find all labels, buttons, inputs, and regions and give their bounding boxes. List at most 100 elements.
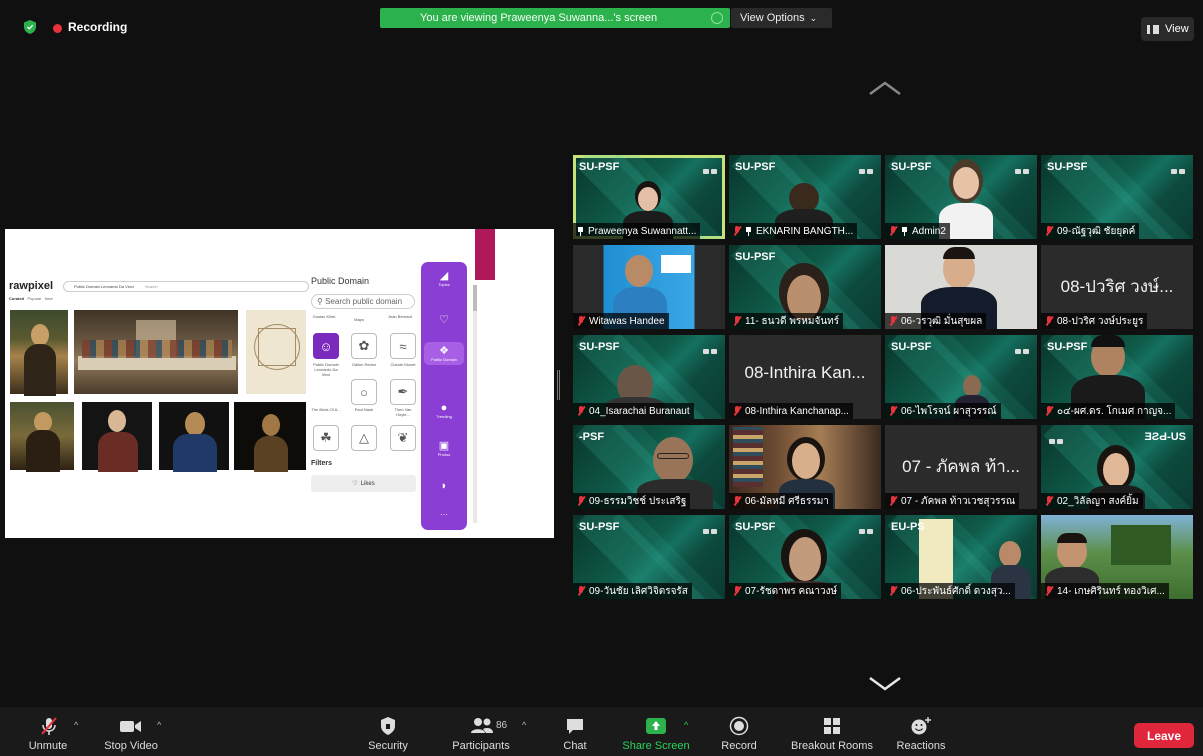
record-label: Record — [721, 740, 757, 752]
artwork-last-supper[interactable] — [73, 309, 239, 395]
rawpixel-tabs: Curated Popular New — [9, 296, 53, 301]
encryption-shield-icon[interactable] — [24, 20, 36, 34]
meeting-controls-toolbar: Unmute ^ Stop Video ^ Security 86 Partic… — [0, 707, 1203, 756]
participant-name-text: 06-มัลหมี ศรีธรรมา — [745, 495, 829, 507]
nav-trending[interactable]: ● Trending — [421, 402, 467, 419]
participant-tile[interactable]: SU-PSF 09-วันชัย เลิศวิจิตรจรัส — [573, 515, 725, 599]
video-options-caret-icon[interactable]: ^ — [157, 720, 161, 730]
audio-options-caret-icon[interactable]: ^ — [74, 720, 78, 730]
panel-item-cell[interactable]: ○ — [351, 379, 377, 405]
participant-tile[interactable]: ƎƧԀ-US 02_วิลัลญา สงค์ยิ้ม — [1041, 425, 1193, 509]
mic-muted-icon — [889, 226, 897, 236]
stop-video-button[interactable]: Stop Video — [98, 707, 164, 756]
breakout-rooms-button[interactable]: Breakout Rooms — [784, 707, 880, 756]
panel-item-cell[interactable]: ❦ — [390, 425, 416, 451]
rawpixel-search-input[interactable]: Public Domain Leonardo Da Vinci Search — [63, 281, 309, 292]
participant-tile[interactable]: SU-PSF 04_Isarachai Buranaut — [573, 335, 725, 419]
artwork-lady-ermine[interactable] — [81, 401, 153, 472]
more-dots-icon[interactable]: ··· — [421, 510, 467, 519]
participant-name: Witawas Handee — [573, 313, 669, 329]
unmute-button[interactable]: Unmute — [22, 707, 74, 756]
panel-item-cell[interactable]: △ — [351, 425, 377, 451]
artwork-vitruvian-man[interactable] — [245, 309, 307, 395]
tile-options-icon — [701, 521, 719, 534]
participant-name-text: 04_Isarachai Buranaut — [589, 405, 690, 417]
panel-item-label: Public Domain Leonardo Da Vinci — [313, 362, 339, 377]
stop-video-label: Stop Video — [104, 740, 158, 752]
panel-item-cell[interactable]: ✒ — [390, 379, 416, 405]
tile-options-icon — [1047, 431, 1065, 444]
mic-muted-icon — [1045, 316, 1053, 326]
participant-tile[interactable]: Witawas Handee — [573, 245, 725, 329]
security-label: Security — [368, 740, 408, 752]
participant-tile[interactable]: SU-PSF 06-ไพโรจน์ ผาสุวรรณ์ — [885, 335, 1037, 419]
tab-popular[interactable]: Popular — [27, 296, 41, 301]
share-screen-button[interactable]: Share Screen — [617, 707, 695, 756]
artwork-salvator-mundi[interactable] — [158, 401, 230, 472]
security-button[interactable]: Security — [362, 707, 414, 756]
view-options-label: View Options — [740, 12, 805, 24]
panel-item-label: Maps — [354, 317, 364, 322]
tile-tag: SU-PSF — [1047, 161, 1088, 173]
participant-tile[interactable]: SU-PSF EKNARIN BANGTH... — [729, 155, 881, 239]
participant-tile[interactable]: 06-วรวุฒิ มั่นสุขผล — [885, 245, 1037, 329]
participant-tile[interactable]: 07 - ภัคพล ท้า... 07 - ภัคพล ท้าวเวชสุวร… — [885, 425, 1037, 509]
panel-item-redon[interactable]: ✿ — [351, 333, 377, 359]
page-down-chevron-icon[interactable] — [866, 674, 904, 694]
chat-bubble-icon — [567, 719, 583, 734]
participant-tile[interactable]: SU-PSF ๐๔-ผศ.ดร. โกเมศ กาญจ... — [1041, 335, 1193, 419]
participant-tile[interactable]: 08-ปวริศ วงษ์... 08-ปวริศ วงษ์ประยูร — [1041, 245, 1193, 329]
participant-tile[interactable]: 06-มัลหมี ศรีธรรมา — [729, 425, 881, 509]
participant-display-name: 08-ปวริศ วงษ์... — [1060, 277, 1174, 296]
reactions-button[interactable]: Reactions — [892, 707, 950, 756]
participant-tile[interactable]: SU-PSF Praweenya Suwannatt... — [573, 155, 725, 239]
leave-meeting-button[interactable]: Leave — [1134, 723, 1194, 748]
tile-tag: SU-PSF — [891, 341, 932, 353]
record-button[interactable]: Record — [715, 707, 763, 756]
tab-new[interactable]: New — [45, 296, 53, 301]
nav-photos[interactable]: ▣ Photos — [421, 440, 467, 457]
panel-item-label: Theo Van Hoyte... — [394, 407, 412, 417]
participant-tile[interactable]: -PSF 09-ธรรมวิชช์ ประเสริฐ — [573, 425, 725, 509]
artwork-mona-lisa-2[interactable] — [9, 401, 75, 472]
shared-scrollbar[interactable] — [473, 285, 477, 523]
participants-caret-icon[interactable]: ^ — [522, 720, 526, 730]
nav-topics[interactable]: ◢ Topics — [421, 270, 467, 287]
tile-tag: ƎƧԀ-US — [1144, 431, 1186, 443]
panel-item-cell[interactable]: ☘ — [313, 425, 339, 451]
nav-more[interactable]: ◗ — [421, 480, 467, 492]
nav-favorites[interactable]: ♡ — [421, 314, 467, 326]
participant-tile[interactable]: EU-PS 06-ประพันธ์ศักดิ์ ดวงสุว... — [885, 515, 1037, 599]
pin-icon — [577, 226, 584, 236]
participant-tile[interactable]: SU-PSF 07-รัชดาพร คณาวงษ์ — [729, 515, 881, 599]
panel-item-monet[interactable]: ≈ — [390, 333, 416, 359]
page-up-chevron-icon[interactable] — [866, 78, 904, 98]
artwork-saint-john[interactable] — [233, 401, 307, 472]
tab-curated[interactable]: Curated — [9, 296, 24, 301]
nav-topics-label: Topics — [438, 282, 450, 287]
split-resize-handle[interactable] — [557, 370, 560, 400]
panel-item-leonardo[interactable]: ☺ — [313, 333, 339, 359]
shared-screen[interactable]: rawpixel Public Domain Leonardo Da Vinci… — [5, 229, 554, 538]
view-options-button[interactable]: View Options ⌄ — [731, 8, 832, 28]
photo-icon: ▣ — [438, 440, 450, 452]
participant-name: 07 - ภัคพล ท้าวเวชสุวรรณ — [885, 493, 1020, 509]
participant-name: 06-วรวุฒิ มั่นสุขผล — [885, 313, 987, 329]
share-options-caret-icon[interactable]: ^ — [684, 720, 688, 730]
participant-display-name: 08-Inthira Kan... — [744, 363, 866, 382]
tile-options-icon — [857, 161, 875, 174]
likes-filter-button[interactable]: ♡ Likes — [311, 475, 416, 492]
panel-search-input[interactable]: ⚲ Search public domain — [311, 294, 415, 309]
participants-button[interactable]: 86 Participants — [446, 707, 516, 756]
mic-muted-icon — [41, 717, 57, 735]
participant-tile[interactable]: SU-PSF 11- ธนวดี พรหมจันทร์ — [729, 245, 881, 329]
participant-tile[interactable]: 14- เกษศิรินทร์ ทองวิเศ... — [1041, 515, 1193, 599]
breakout-rooms-icon — [824, 718, 840, 734]
chat-button[interactable]: Chat — [553, 707, 597, 756]
participant-tile[interactable]: SU-PSF Admin2 — [885, 155, 1037, 239]
view-button[interactable]: View — [1141, 17, 1194, 41]
participant-tile[interactable]: SU-PSF 09-ณัฐวุฒิ ชัยยุดค์ — [1041, 155, 1193, 239]
nav-public-domain[interactable]: ❖ Public Domain — [424, 342, 464, 365]
artwork-mona-lisa[interactable] — [9, 309, 69, 396]
participant-tile[interactable]: 08-Inthira Kan... 08-Inthira Kanchanap..… — [729, 335, 881, 419]
